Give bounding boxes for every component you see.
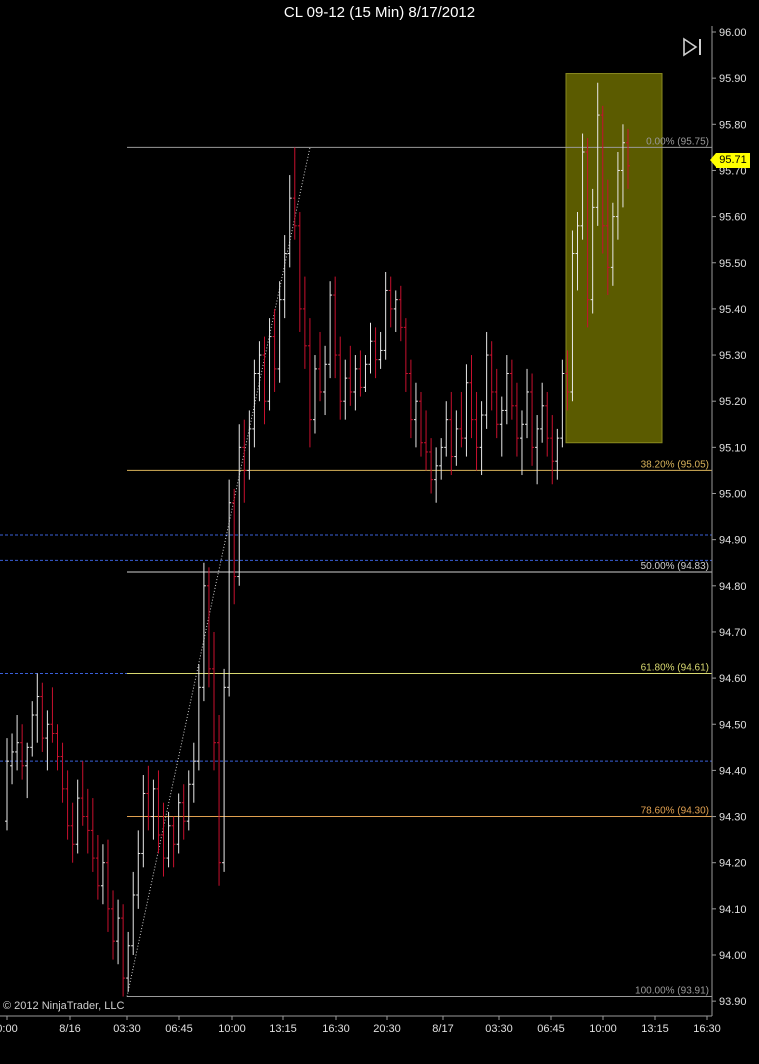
x-tick-label: 10:00	[589, 1023, 617, 1035]
y-tick-label: 96.00	[719, 27, 747, 39]
x-tick-label: 8/16	[59, 1023, 80, 1035]
y-tick-label: 95.30	[719, 350, 747, 362]
y-tick-label: 95.20	[719, 396, 747, 408]
fib-level-label: 50.00% (94.83)	[641, 561, 709, 572]
y-tick-label: 94.40	[719, 765, 747, 777]
x-tick-label: 20:30	[373, 1023, 401, 1035]
x-tick-label: 0:00	[0, 1023, 18, 1035]
x-tick-label: 13:15	[269, 1023, 297, 1035]
x-tick-label: 16:30	[322, 1023, 350, 1035]
y-tick-label: 95.40	[719, 304, 747, 316]
x-tick-label: 13:15	[641, 1023, 669, 1035]
y-tick-label: 93.90	[719, 996, 747, 1008]
fib-level-label: 78.60% (94.30)	[641, 806, 709, 817]
x-tick-label: 06:45	[537, 1023, 565, 1035]
y-tick-label: 95.10	[719, 442, 747, 454]
x-tick-label: 06:45	[165, 1023, 193, 1035]
fib-level-label: 0.00% (95.75)	[646, 136, 709, 147]
y-tick-label: 95.60	[719, 212, 747, 224]
chart-title: CL 09-12 (15 Min) 8/17/2012	[0, 0, 759, 26]
x-tick-label: 16:30	[693, 1023, 721, 1035]
x-tick-label: 10:00	[218, 1023, 246, 1035]
highlight-box	[565, 73, 663, 444]
y-tick-label: 94.50	[719, 719, 747, 731]
y-tick-label: 94.80	[719, 581, 747, 593]
skip-to-end-icon[interactable]	[682, 37, 704, 57]
chart-canvas[interactable]: 0.00% (95.75) 38.20% (95.05) 50.00% (94.83…	[0, 26, 759, 1059]
y-tick-label: 94.70	[719, 627, 747, 639]
fib-level-label: 38.20% (95.05)	[641, 459, 709, 470]
copyright-notice: © 2012 NinjaTrader, LLC	[3, 1000, 125, 1012]
y-tick-label: 94.20	[719, 858, 747, 870]
y-tick-label: 95.50	[719, 258, 747, 270]
y-tick-label: 94.10	[719, 904, 747, 916]
y-tick-label: 95.00	[719, 489, 747, 501]
fib-level-label: 100.00% (93.91)	[635, 986, 709, 997]
fib-level-label: 61.80% (94.61)	[641, 662, 709, 673]
x-tick-label: 8/17	[432, 1023, 453, 1035]
price-chart[interactable]: 0.00% (95.75) 38.20% (95.05) 50.00% (94.83…	[0, 26, 759, 1059]
y-tick-label: 94.60	[719, 673, 747, 685]
y-tick-label: 95.90	[719, 73, 747, 85]
x-tick-label: 03:30	[485, 1023, 513, 1035]
x-tick-label: 03:30	[113, 1023, 141, 1035]
y-tick-label: 94.00	[719, 950, 747, 962]
last-price-tag: 95.71	[710, 153, 750, 168]
y-tick-label: 95.80	[719, 119, 747, 131]
y-tick-label: 94.30	[719, 812, 747, 824]
y-tick-label: 94.90	[719, 535, 747, 547]
